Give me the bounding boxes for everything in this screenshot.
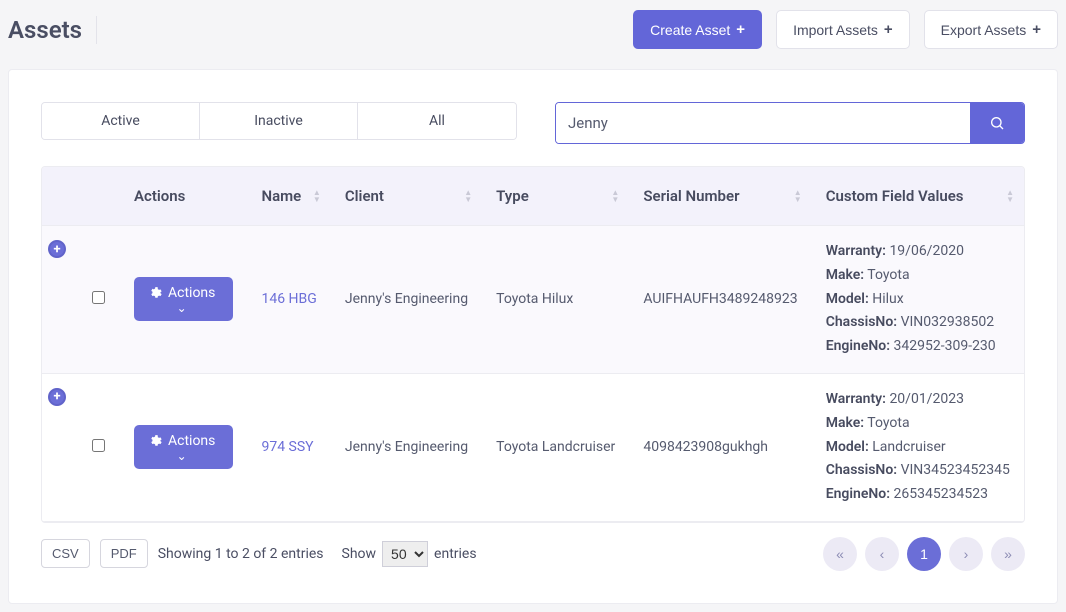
asset-name-link[interactable]: 146 HBG	[261, 291, 316, 307]
expand-row-button[interactable]: +	[48, 240, 66, 258]
import-assets-label: Import Assets	[793, 22, 878, 38]
row-actions-label: Actions	[168, 433, 215, 449]
column-header-checkbox	[76, 167, 120, 226]
create-asset-label: Create Asset	[650, 22, 730, 38]
page-prev-button[interactable]: ‹	[865, 537, 899, 571]
cell-type: Toyota Landcruiser	[482, 373, 629, 521]
cell-client: Jenny's Engineering	[331, 373, 482, 521]
entries-label: entries	[434, 546, 477, 562]
import-assets-button[interactable]: Import Assets +	[776, 10, 910, 49]
row-actions-button[interactable]: Actions ⌄	[134, 425, 233, 469]
page-size-select[interactable]: 50	[382, 541, 428, 567]
column-header-expand	[42, 167, 76, 226]
search-icon	[989, 115, 1005, 131]
sort-icon: ▲▼	[313, 189, 321, 203]
page-next-button[interactable]: ›	[949, 537, 983, 571]
plus-icon: +	[1032, 21, 1041, 38]
custom-field-values: Warranty: 20/01/2023 Make: Toyota Model:…	[826, 388, 1010, 507]
cell-client: Jenny's Engineering	[331, 226, 482, 374]
search-button[interactable]	[970, 103, 1024, 143]
page-number-button[interactable]: 1	[907, 537, 941, 571]
column-header-client[interactable]: Client ▲▼	[331, 167, 482, 226]
row-actions-button[interactable]: Actions ⌄	[134, 277, 233, 321]
column-header-name[interactable]: Name ▲▼	[247, 167, 330, 226]
assets-table: Actions Name ▲▼ Client ▲▼ Type ▲▼ Seria	[42, 167, 1024, 522]
gear-icon	[148, 434, 162, 448]
expand-row-button[interactable]: +	[48, 388, 66, 406]
entries-info: Showing 1 to 2 of 2 entries	[158, 546, 324, 562]
gear-icon	[148, 286, 162, 300]
row-checkbox[interactable]	[92, 291, 105, 304]
chevron-down-icon: ⌄	[177, 303, 187, 313]
column-header-custom[interactable]: Custom Field Values ▲▼	[812, 167, 1024, 226]
divider	[96, 16, 97, 44]
table-row: + Actions ⌄ 974 SSY Jenny's Engineering	[42, 373, 1024, 521]
create-asset-button[interactable]: Create Asset +	[633, 10, 762, 49]
column-header-actions[interactable]: Actions	[120, 167, 247, 226]
status-tabs: Active Inactive All	[41, 102, 517, 140]
page-title: Assets	[8, 16, 82, 44]
cell-serial: 4098423908gukhgh	[629, 373, 811, 521]
page-last-button[interactable]: »	[991, 537, 1025, 571]
export-assets-label: Export Assets	[941, 22, 1027, 38]
cell-type: Toyota Hilux	[482, 226, 629, 374]
row-actions-label: Actions	[168, 285, 215, 301]
pagination: « ‹ 1 › »	[823, 537, 1025, 571]
sort-icon: ▲▼	[611, 189, 619, 203]
tab-active[interactable]: Active	[42, 103, 200, 139]
sort-icon: ▲▼	[794, 189, 802, 203]
page-first-button[interactable]: «	[823, 537, 857, 571]
export-pdf-button[interactable]: PDF	[100, 539, 148, 568]
sort-icon: ▲▼	[464, 189, 472, 203]
chevron-down-icon: ⌄	[177, 451, 187, 461]
plus-icon: +	[736, 21, 745, 38]
export-csv-button[interactable]: CSV	[41, 539, 90, 568]
tab-all[interactable]: All	[358, 103, 516, 139]
custom-field-values: Warranty: 19/06/2020 Make: Toyota Model:…	[826, 240, 1010, 359]
export-assets-button[interactable]: Export Assets +	[924, 10, 1058, 49]
search-wrap	[555, 102, 1025, 144]
sort-icon: ▲▼	[1006, 189, 1014, 203]
show-label: Show	[342, 546, 377, 562]
row-checkbox[interactable]	[92, 439, 105, 452]
tab-inactive[interactable]: Inactive	[200, 103, 358, 139]
asset-name-link[interactable]: 974 SSY	[261, 439, 313, 455]
search-input[interactable]	[556, 103, 970, 143]
cell-serial: AUIFHAUFH3489248923	[629, 226, 811, 374]
column-header-serial[interactable]: Serial Number ▲▼	[629, 167, 811, 226]
table-row: + Actions ⌄ 146 HBG Jenny's Engineering	[42, 226, 1024, 374]
assets-card: Active Inactive All Actions Name	[8, 69, 1058, 604]
plus-icon: +	[884, 21, 893, 38]
column-header-type[interactable]: Type ▲▼	[482, 167, 629, 226]
